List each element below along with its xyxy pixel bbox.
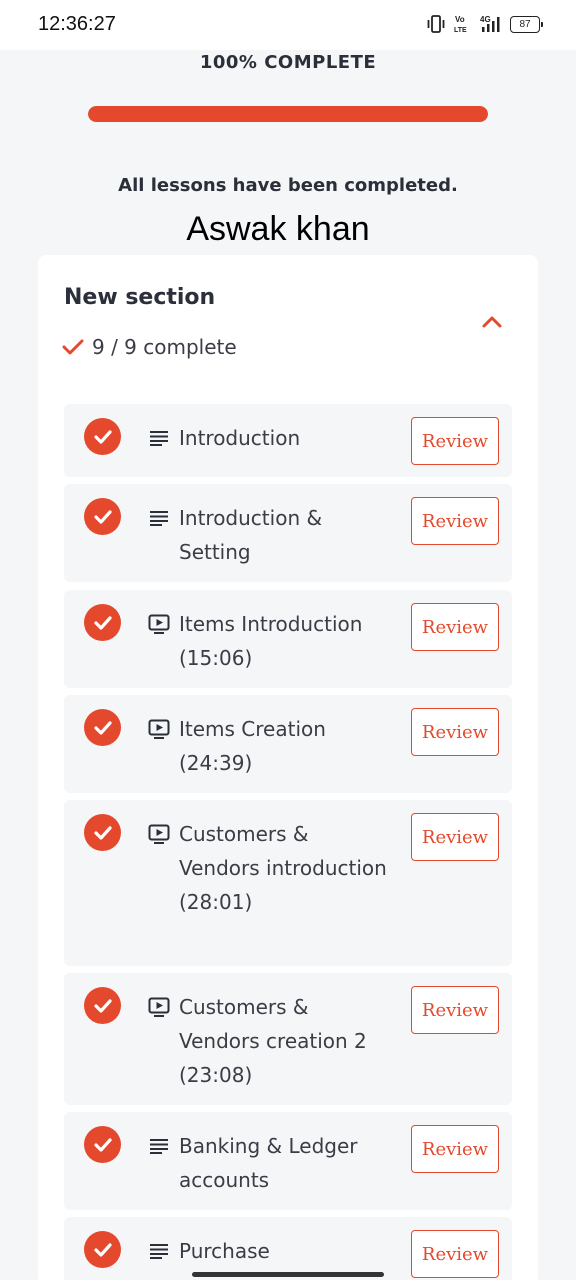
- lesson-row[interactable]: Introduction Review: [64, 404, 512, 477]
- lesson-row[interactable]: Purchase Review: [64, 1217, 512, 1280]
- text-lines-icon: [148, 1241, 170, 1261]
- lesson-title[interactable]: Items Introduction (15:06): [179, 607, 394, 675]
- lesson-row[interactable]: Items Introduction (15:06) Review: [64, 590, 512, 688]
- video-icon: [148, 997, 170, 1017]
- battery-level: 87: [519, 18, 531, 30]
- review-button[interactable]: Review: [411, 417, 499, 465]
- section-progress-text: 9 / 9 complete: [92, 335, 237, 359]
- progress-fill: [88, 106, 488, 122]
- lesson-title[interactable]: Customers & Vendors introduction (28:01): [179, 817, 394, 919]
- video-icon: [148, 824, 170, 844]
- video-icon: [148, 614, 170, 634]
- section-card: New section 9 / 9 complete Introduction R…: [38, 255, 538, 1280]
- review-button[interactable]: Review: [411, 813, 499, 861]
- network-type: 4G: [480, 15, 491, 24]
- lesson-title[interactable]: Banking & Ledger accounts: [179, 1129, 394, 1197]
- completed-check-icon: [84, 604, 121, 641]
- completion-message: All lessons have been completed.: [118, 175, 458, 196]
- lesson-row[interactable]: Items Creation (24:39) Review: [64, 695, 512, 793]
- completed-check-icon: [84, 418, 121, 455]
- text-lines-icon: [148, 428, 170, 448]
- section-progress: 9 / 9 complete: [62, 335, 237, 359]
- volte-icon: Vo LTE: [454, 14, 470, 34]
- lesson-row[interactable]: Introduction & Setting Review: [64, 484, 512, 582]
- signal-icon: 4G: [478, 14, 502, 34]
- progress-bar: [88, 106, 488, 122]
- completed-check-icon: [84, 814, 121, 851]
- lesson-title[interactable]: Introduction & Setting: [179, 501, 394, 569]
- completed-check-icon: [84, 498, 121, 535]
- chevron-up-icon: [482, 316, 502, 328]
- lesson-title[interactable]: Customers & Vendors creation 2 (23:08): [179, 990, 394, 1092]
- completed-check-icon: [84, 1126, 121, 1163]
- lesson-row[interactable]: Customers & Vendors introduction (28:01)…: [64, 800, 512, 966]
- user-name: Aswak khan: [186, 210, 370, 248]
- volte-bottom: LTE: [454, 27, 467, 34]
- review-button[interactable]: Review: [411, 708, 499, 756]
- home-indicator[interactable]: [192, 1272, 384, 1277]
- status-bar: 12:36:27 Vo LTE 4G 87: [0, 0, 576, 50]
- review-button[interactable]: Review: [411, 603, 499, 651]
- text-lines-icon: [148, 1136, 170, 1156]
- review-button[interactable]: Review: [411, 1125, 499, 1173]
- review-button[interactable]: Review: [411, 986, 499, 1034]
- battery-icon: 87: [510, 15, 543, 33]
- collapse-section-button[interactable]: [478, 307, 506, 335]
- lesson-title[interactable]: Introduction: [179, 421, 394, 455]
- lesson-row[interactable]: Customers & Vendors creation 2 (23:08) Re…: [64, 973, 512, 1105]
- vibrate-icon: [426, 14, 446, 34]
- lesson-title[interactable]: Items Creation (24:39): [179, 712, 394, 780]
- volte-top: Vo: [455, 15, 465, 24]
- completed-check-icon: [84, 987, 121, 1024]
- status-time: 12:36:27: [38, 13, 116, 35]
- text-lines-icon: [148, 508, 170, 528]
- lesson-title[interactable]: Purchase: [179, 1234, 394, 1268]
- status-icons: Vo LTE 4G 87: [426, 14, 543, 34]
- completed-check-icon: [84, 709, 121, 746]
- lesson-row[interactable]: Banking & Ledger accounts Review: [64, 1112, 512, 1210]
- completed-check-icon: [84, 1231, 121, 1268]
- progress-label: 100% COMPLETE: [199, 52, 377, 73]
- review-button[interactable]: Review: [411, 1230, 499, 1278]
- video-icon: [148, 719, 170, 739]
- review-button[interactable]: Review: [411, 497, 499, 545]
- checkmark-icon: [62, 339, 84, 355]
- section-title: New section: [64, 285, 216, 310]
